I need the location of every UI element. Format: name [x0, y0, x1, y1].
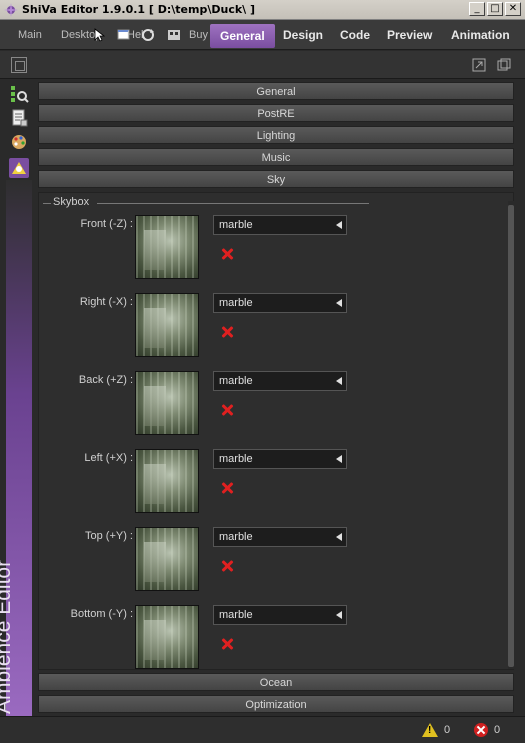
texture-value: marble — [219, 375, 253, 387]
menu-buy[interactable]: Buy — [189, 20, 208, 50]
face-label: Bottom (-Y) : — [70, 608, 133, 620]
skybox-row-bottom: Bottom (-Y) : marble — [39, 605, 515, 683]
refresh-icon[interactable] — [141, 28, 155, 42]
clear-texture-icon[interactable] — [221, 248, 233, 260]
ambience-editor-button[interactable] — [9, 158, 29, 178]
face-label: Right (-X) : — [79, 296, 133, 308]
texture-value: marble — [219, 219, 253, 231]
texture-value: marble — [219, 453, 253, 465]
window-title: ShiVa Editor 1.9.0.1 [ D:\temp\Duck\ ] — [22, 3, 256, 16]
tab-code[interactable]: Code — [340, 20, 370, 50]
warning-icon — [422, 723, 438, 737]
skybox-row-right: Right (-X) : marble — [39, 293, 515, 371]
warnings-indicator[interactable]: 0 — [422, 722, 450, 738]
skybox-row-back: Back (+Z) : marble — [39, 371, 515, 449]
texture-thumbnail[interactable] — [135, 215, 199, 279]
section-music[interactable]: Music — [38, 148, 514, 166]
texture-thumbnail[interactable] — [135, 605, 199, 669]
tab-design[interactable]: Design — [283, 20, 323, 50]
texture-select[interactable]: marble — [213, 605, 347, 625]
detach-icon[interactable] — [472, 58, 486, 72]
skybox-group-title: Skybox — [53, 196, 90, 208]
dropdown-arrow-icon — [336, 611, 342, 619]
dropdown-arrow-icon — [336, 455, 342, 463]
menu-bar: Main Desktop Hel Buy General Design Code… — [0, 20, 525, 50]
face-label: Top (+Y) : — [85, 530, 133, 542]
group-divider — [97, 203, 369, 204]
texture-select[interactable]: marble — [213, 371, 347, 391]
skybox-row-left: Left (+X) : marble — [39, 449, 515, 527]
texture-thumbnail[interactable] — [135, 449, 199, 513]
tab-animation[interactable]: Animation — [451, 20, 510, 50]
window-controls: _ □ ✕ — [469, 2, 521, 16]
texture-select[interactable]: marble — [213, 449, 347, 469]
skybox-row-top: Top (+Y) : marble — [39, 527, 515, 605]
skybox-row-front: Front (-Z) : marble — [39, 215, 515, 293]
menu-main[interactable]: Main — [18, 20, 42, 50]
scene-browse-icon[interactable] — [9, 84, 29, 104]
clear-texture-icon[interactable] — [221, 482, 233, 494]
texture-select[interactable]: marble — [213, 293, 347, 313]
error-icon — [474, 723, 488, 737]
window-titlebar: ShiVa Editor 1.9.0.1 [ D:\temp\Duck\ ] _… — [0, 0, 525, 20]
face-label: Back (+Z) : — [78, 374, 133, 386]
minimize-button[interactable]: _ — [469, 2, 485, 16]
shiva-app-icon — [4, 3, 18, 17]
section-postre[interactable]: PostRE — [38, 104, 514, 122]
errors-indicator[interactable]: 0 — [474, 722, 500, 738]
clear-texture-icon[interactable] — [221, 404, 233, 416]
panel-toolbar — [0, 51, 525, 79]
left-toolbar — [6, 80, 32, 180]
warning-count: 0 — [444, 724, 451, 736]
document-icon[interactable] — [9, 108, 29, 128]
dropdown-arrow-icon — [336, 221, 342, 229]
error-count: 0 — [494, 724, 501, 736]
dropdown-arrow-icon — [336, 299, 342, 307]
maximize-button[interactable]: □ — [487, 2, 503, 16]
status-bar: 0 0 — [0, 716, 525, 743]
dropdown-arrow-icon — [336, 533, 342, 541]
ambience-panel: General PostRE Lighting Music Sky Skybox… — [36, 80, 518, 716]
scrollbar-thumb[interactable] — [508, 205, 514, 667]
tab-general[interactable]: General — [210, 24, 275, 48]
panel-menu-button[interactable] — [11, 57, 27, 73]
texture-thumbnail[interactable] — [135, 293, 199, 357]
ambience-icon — [12, 162, 26, 174]
texture-select[interactable]: marble — [213, 215, 347, 235]
tab-preview[interactable]: Preview — [387, 20, 432, 50]
clear-texture-icon[interactable] — [221, 638, 233, 650]
clear-texture-icon[interactable] — [221, 326, 233, 338]
texture-value: marble — [219, 609, 253, 621]
face-label: Left (+X) : — [84, 452, 133, 464]
close-button[interactable]: ✕ — [505, 2, 521, 16]
texture-value: marble — [219, 297, 253, 309]
palette-icon[interactable] — [9, 132, 29, 152]
dropdown-arrow-icon — [336, 377, 342, 385]
sky-scrollbar[interactable] — [508, 201, 514, 669]
section-general[interactable]: General — [38, 82, 514, 100]
section-ocean[interactable]: Ocean — [38, 673, 514, 691]
section-lighting[interactable]: Lighting — [38, 126, 514, 144]
section-sky[interactable]: Sky — [38, 170, 514, 188]
texture-select[interactable]: marble — [213, 527, 347, 547]
face-label: Front (-Z) : — [80, 218, 133, 230]
texture-thumbnail[interactable] — [135, 371, 199, 435]
cursor-icon — [94, 28, 106, 42]
layout-icon[interactable] — [497, 58, 511, 72]
side-panel-title: Ambience Editor — [0, 559, 15, 714]
clear-texture-icon[interactable] — [221, 560, 233, 572]
group-divider — [43, 203, 51, 204]
texture-thumbnail[interactable] — [135, 527, 199, 591]
section-optimization[interactable]: Optimization — [38, 695, 514, 713]
sky-section-body: Skybox Front (-Z) : marble Right (-X) : … — [38, 192, 514, 670]
film-icon[interactable] — [167, 28, 181, 42]
texture-value: marble — [219, 531, 253, 543]
